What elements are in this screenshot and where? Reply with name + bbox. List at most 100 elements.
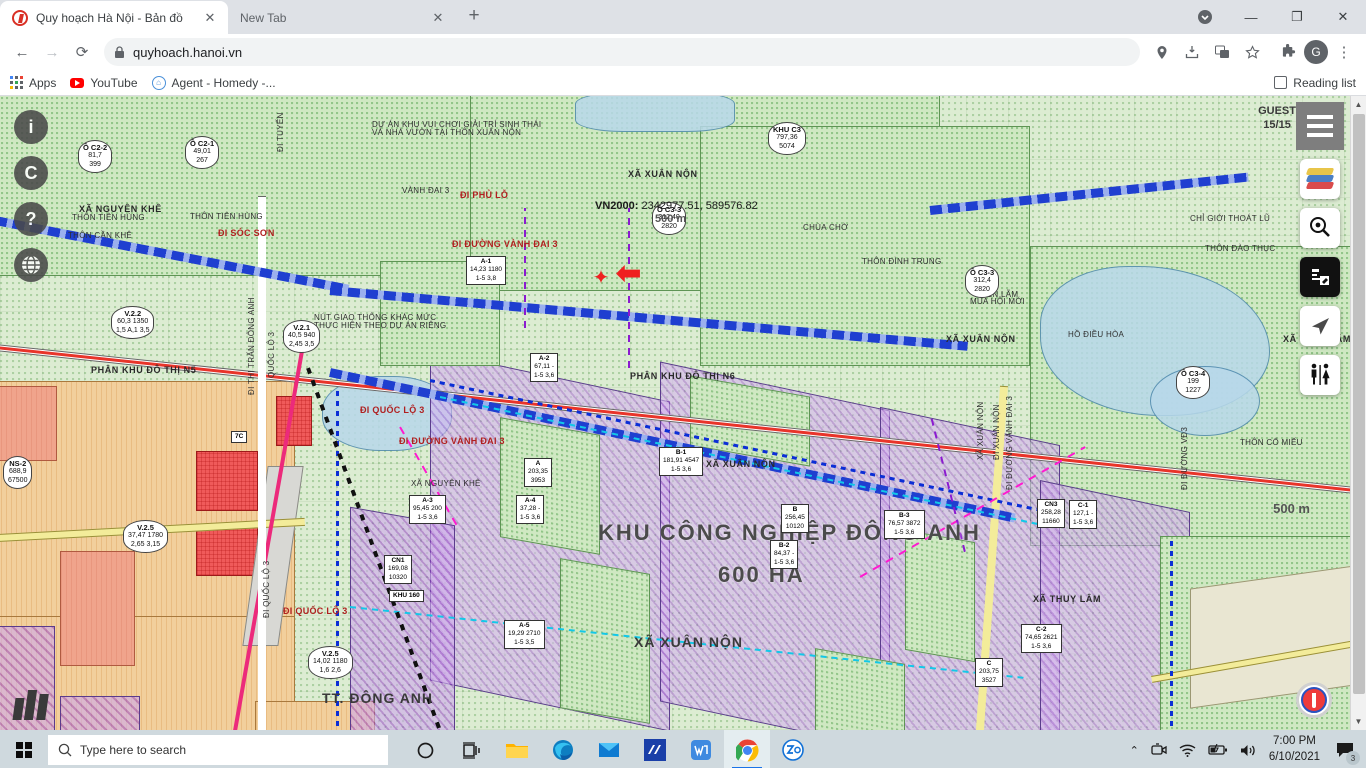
back-icon[interactable]: ← xyxy=(8,38,36,66)
mail-icon[interactable] xyxy=(586,730,632,768)
map-viewport[interactable]: ✦ ⬅ VN2000: 2342977.51, 589576.82 500 m … xyxy=(0,96,1366,730)
location-icon[interactable] xyxy=(1148,38,1176,66)
install-app-icon[interactable] xyxy=(1178,38,1206,66)
search-location-icon[interactable] xyxy=(1300,208,1340,248)
profile-avatar[interactable]: G xyxy=(1304,40,1328,64)
legend-chart-icon[interactable] xyxy=(12,690,49,720)
parcel-box: 7C xyxy=(231,431,248,444)
homedy-icon: ⌂ xyxy=(151,75,166,90)
scroll-down-arrow-icon[interactable]: ▼ xyxy=(1351,713,1366,730)
zone-purple-sw2 xyxy=(60,696,140,730)
parcel-marker: KHU C3 797,36 5074 xyxy=(768,122,806,155)
measure-tool-icon[interactable] xyxy=(1300,257,1340,297)
bookmark-youtube[interactable]: YouTube xyxy=(70,75,138,90)
wps-office-icon[interactable] xyxy=(678,730,724,768)
parcel-box-line2: 1-5 3,6 xyxy=(520,513,541,521)
maximize-button[interactable]: ❐ xyxy=(1274,0,1320,34)
browser-tab-newtab[interactable]: New Tab ✕ xyxy=(228,1,456,34)
parcel-population: 2,65 3,15 xyxy=(130,541,161,549)
kebab-menu-icon[interactable]: ⋮ xyxy=(1330,38,1358,66)
task-view-icon[interactable] xyxy=(448,730,494,768)
parcel-box-line1: 203,75 xyxy=(979,668,999,676)
coordinate-value: 2342977.51, 589576.82 xyxy=(641,200,758,212)
parcel-area: 797,36 xyxy=(776,134,798,142)
parcel-population: 5074 xyxy=(779,143,795,151)
map-canvas[interactable]: ✦ ⬅ VN2000: 2342977.51, 589576.82 500 m … xyxy=(0,96,1366,730)
wifi-icon[interactable] xyxy=(1179,744,1196,757)
minimize-button[interactable]: — xyxy=(1228,0,1274,34)
zalo-icon[interactable] xyxy=(770,730,816,768)
bookmarks-bar: Apps YouTube ⌂ Agent - Homedy -... Readi… xyxy=(0,70,1366,96)
reload-icon[interactable]: ⟳ xyxy=(68,38,96,66)
map-label: THÔN TIÊN HÙNG xyxy=(72,213,145,222)
start-button[interactable] xyxy=(0,730,48,768)
parcel-box-code: A-4 xyxy=(524,497,536,504)
new-tab-button[interactable]: + xyxy=(460,3,488,31)
copyright-icon[interactable]: C xyxy=(14,156,48,190)
show-hidden-icons-chevron[interactable]: ⌃ xyxy=(1130,744,1139,757)
navigate-arrow-icon[interactable] xyxy=(1300,306,1340,346)
teams-icon[interactable] xyxy=(632,730,678,768)
bookmark-star-icon[interactable] xyxy=(1238,38,1266,66)
action-center-icon[interactable]: 3 xyxy=(1332,735,1360,765)
address-bar[interactable]: quyhoach.hanoi.vn xyxy=(104,38,1140,66)
translate-icon[interactable] xyxy=(1208,38,1236,66)
bookmark-apps[interactable]: Apps xyxy=(10,76,56,90)
map-label: THỰC HIỆN THEO DỰ ÁN RIÊNG xyxy=(314,321,447,330)
tab-close-icon[interactable]: ✕ xyxy=(202,10,218,26)
parcel-box: C-1 127,1 -1-5 3,6 xyxy=(1069,500,1098,530)
browser-tab-active[interactable]: Quy hoạch Hà Nội - Bản đồ ✕ xyxy=(0,1,228,34)
tab-close-icon[interactable]: ✕ xyxy=(430,10,446,26)
bookmark-label: YouTube xyxy=(90,75,138,90)
forward-icon[interactable]: → xyxy=(38,38,66,66)
layers-icon[interactable] xyxy=(1300,159,1340,199)
taskbar-search-input[interactable]: Type here to search xyxy=(48,735,388,765)
parcel-box-line2: 10320 xyxy=(388,573,407,581)
map-label: ĐI QUỐC LỘ 3 xyxy=(283,606,348,616)
parcel-box-line2: 1-5 3,6 xyxy=(670,465,692,473)
reading-list-button[interactable]: Reading list xyxy=(1274,76,1356,90)
file-explorer-icon[interactable] xyxy=(494,730,540,768)
parcel-box-code: B-2 xyxy=(778,542,790,549)
cortana-icon[interactable] xyxy=(402,730,448,768)
help-icon[interactable]: ? xyxy=(14,202,48,236)
map-label: VÀNH ĐAI 3 xyxy=(402,186,450,195)
map-label: THÔN ĐÀO THỤC xyxy=(1205,244,1276,253)
parcel-box-line2: 1-5 3,6 xyxy=(417,513,438,521)
chrome-update-dropdown-icon[interactable] xyxy=(1182,0,1228,34)
microsoft-edge-icon[interactable] xyxy=(540,730,586,768)
reading-list-label: Reading list xyxy=(1293,75,1356,90)
parcel-area: 60,3 1350 xyxy=(117,318,149,326)
parcel-code: V.2.2 xyxy=(124,309,142,318)
quyhoach-logo-icon xyxy=(1301,687,1327,713)
close-window-button[interactable]: ✕ xyxy=(1320,0,1366,34)
parcel-area: 37,47 1780 xyxy=(128,532,164,540)
volume-icon[interactable] xyxy=(1240,744,1257,757)
globe-icon[interactable] xyxy=(14,248,48,282)
camera-icon[interactable] xyxy=(1151,743,1167,757)
bookmark-homedy[interactable]: ⌂ Agent - Homedy -... xyxy=(151,75,276,90)
parcel-box-line1: 74,65 2621 xyxy=(1025,634,1058,642)
windows-taskbar: Type here to search ⌃ 7:00 PM 6/10/2021 … xyxy=(0,730,1366,768)
page-scrollbar[interactable]: ▲ ▼ xyxy=(1350,96,1366,730)
puzzle-icon[interactable] xyxy=(1274,38,1302,66)
taskbar-clock[interactable]: 7:00 PM 6/10/2021 xyxy=(1269,734,1320,765)
coordinate-readout: VN2000: 2342977.51, 589576.82 xyxy=(595,200,758,212)
scrollbar-thumb[interactable] xyxy=(1353,114,1365,694)
red-star-marker: ✦ xyxy=(592,267,610,289)
google-chrome-icon[interactable] xyxy=(724,730,770,768)
info-icon[interactable]: i xyxy=(14,110,48,144)
restroom-poi-icon[interactable] xyxy=(1300,355,1340,395)
map-label: CHỈ GIỚI THOÁT LŨ xyxy=(1190,214,1271,223)
parcel-box: C-2 74,65 2621 1-5 3,6 xyxy=(1021,624,1062,654)
map-vertical-label: ĐI ĐƯỜNG VĐ3 xyxy=(1180,426,1189,490)
scroll-up-arrow-icon[interactable]: ▲ xyxy=(1351,96,1366,113)
site-logo-badge[interactable] xyxy=(1296,682,1332,718)
parcel-box: B-1 181,91 4547 1-5 3,6 xyxy=(659,447,704,477)
parcel-area: 312,4 xyxy=(973,277,991,285)
parcel-box: A-5 19,29 2710 1-5 3,5 xyxy=(504,620,545,650)
battery-icon[interactable] xyxy=(1208,744,1228,756)
parcel-area: 199 xyxy=(1187,378,1199,386)
map-label: MÙA HỘI MỚI xyxy=(970,297,1026,306)
hamburger-menu-icon[interactable] xyxy=(1296,102,1344,150)
